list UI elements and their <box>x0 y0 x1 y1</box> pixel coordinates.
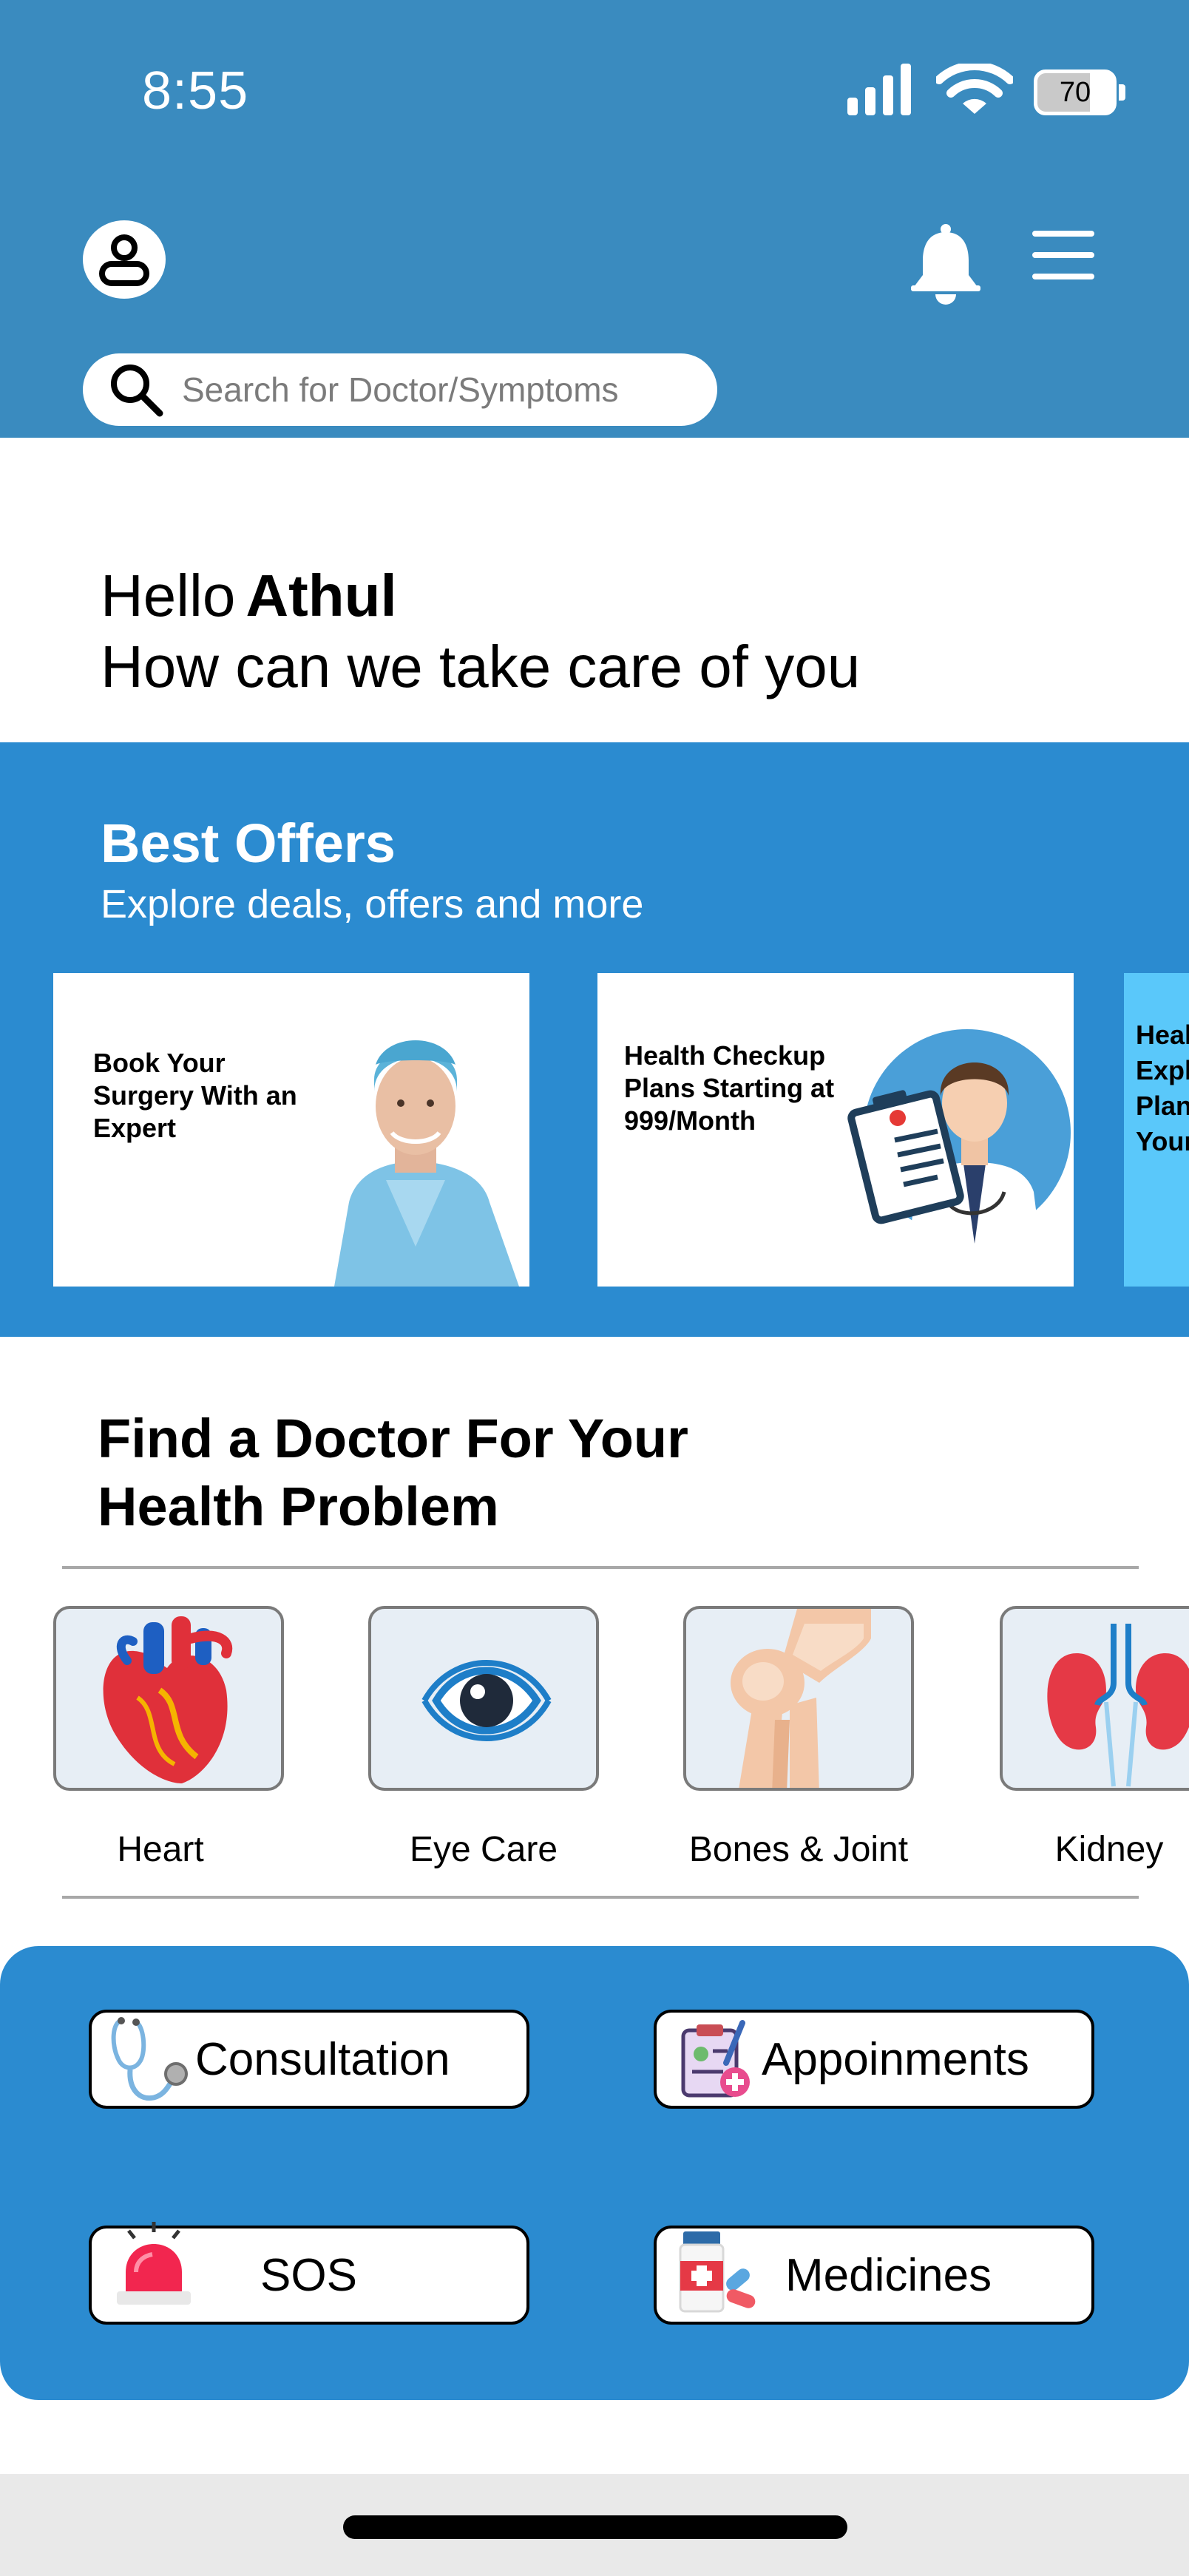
best-offers-section: Best Offers Explore deals, offers and mo… <box>0 742 1189 1337</box>
kidney-icon <box>1047 1624 1189 1787</box>
battery-level: 70 <box>1059 76 1091 108</box>
greeting-hello: Hello <box>101 563 236 628</box>
find-doctor-title-line2: Health Problem <box>98 1476 499 1537</box>
offers-title: Best Offers <box>101 813 396 874</box>
medicines-label: Medicines <box>785 2249 992 2301</box>
offer-card-text: Heal Expl Plan Your <box>1136 1020 1189 1156</box>
bell-icon[interactable] <box>911 222 980 305</box>
knee-joint-icon <box>731 1609 871 1788</box>
app-header: 8:55 70 <box>0 0 1189 438</box>
consultation-button[interactable]: Consultation <box>89 2010 529 2109</box>
search-input[interactable] <box>182 370 699 410</box>
siren-icon <box>117 2222 191 2305</box>
category-eye-care[interactable] <box>368 1606 599 1791</box>
profile-button[interactable] <box>83 220 166 299</box>
eye-icon <box>421 1660 552 1741</box>
search-bar[interactable] <box>83 353 717 426</box>
heart-icon <box>103 1616 233 1783</box>
hamburger-menu-icon[interactable] <box>1032 229 1094 281</box>
category-label-bones-joint: Bones & Joint <box>688 1830 909 1869</box>
offer-card-partial[interactable]: Heal Expl Plan Your <box>1124 973 1189 1287</box>
home-indicator[interactable] <box>343 2515 847 2539</box>
sos-label: SOS <box>260 2249 357 2301</box>
divider <box>62 1566 1139 1569</box>
category-label-eye-care: Eye Care <box>409 1830 558 1869</box>
category-heart[interactable] <box>53 1606 284 1791</box>
surgeon-photo <box>334 1040 519 1287</box>
find-doctor-title-line1: Find a Doctor For Your <box>98 1408 688 1469</box>
greeting-subtitle: How can we take care of you <box>101 634 861 699</box>
profile-icon <box>99 234 149 286</box>
status-time: 8:55 <box>142 61 249 121</box>
offer-card-surgery[interactable]: Book Your Surgery With an Expert <box>53 973 529 1287</box>
doctor-with-clipboard <box>847 1029 1071 1251</box>
consultation-label: Consultation <box>195 2033 450 2085</box>
offer-card-text: Health Checkup Plans Starting at 999/Mon… <box>624 1040 835 1136</box>
category-bones-joint[interactable] <box>683 1606 914 1791</box>
medicines-button[interactable]: Medicines <box>654 2226 1094 2325</box>
divider <box>62 1896 1139 1899</box>
user-name: Athul <box>245 563 397 628</box>
medicine-bottle-pills-icon <box>679 2231 756 2313</box>
category-label-kidney: Kidney <box>1054 1830 1164 1869</box>
battery-icon: 70 <box>1034 70 1125 115</box>
search-icon <box>111 365 163 417</box>
offer-card-health-checkup[interactable]: Health Checkup Plans Starting at 999/Mon… <box>597 973 1074 1287</box>
find-doctor-title: Find a Doctor For Your Health Problem <box>98 1405 688 1541</box>
offer-card-text: Book Your Surgery With an Expert <box>93 1048 297 1143</box>
cellular-signal-icon <box>847 64 912 115</box>
sos-button[interactable]: SOS <box>89 2222 529 2325</box>
wifi-icon <box>936 64 1013 114</box>
category-kidney[interactable] <box>1000 1606 1189 1791</box>
quick-actions-panel: Consultation Appoinments SOS Medicines <box>0 1946 1189 2400</box>
offers-subtitle: Explore deals, offers and more <box>101 882 644 926</box>
category-label-heart: Heart <box>117 1830 204 1869</box>
appointment-clipboard-icon <box>681 2020 750 2098</box>
stethoscope-icon <box>111 2017 188 2101</box>
footer-bar <box>0 2474 1189 2576</box>
greeting-line1: Hello Athul <box>101 560 860 631</box>
appointments-button[interactable]: Appoinments <box>654 2010 1094 2109</box>
greeting: Hello Athul How can we take care of you <box>101 560 860 702</box>
appointments-label: Appoinments <box>762 2033 1029 2085</box>
